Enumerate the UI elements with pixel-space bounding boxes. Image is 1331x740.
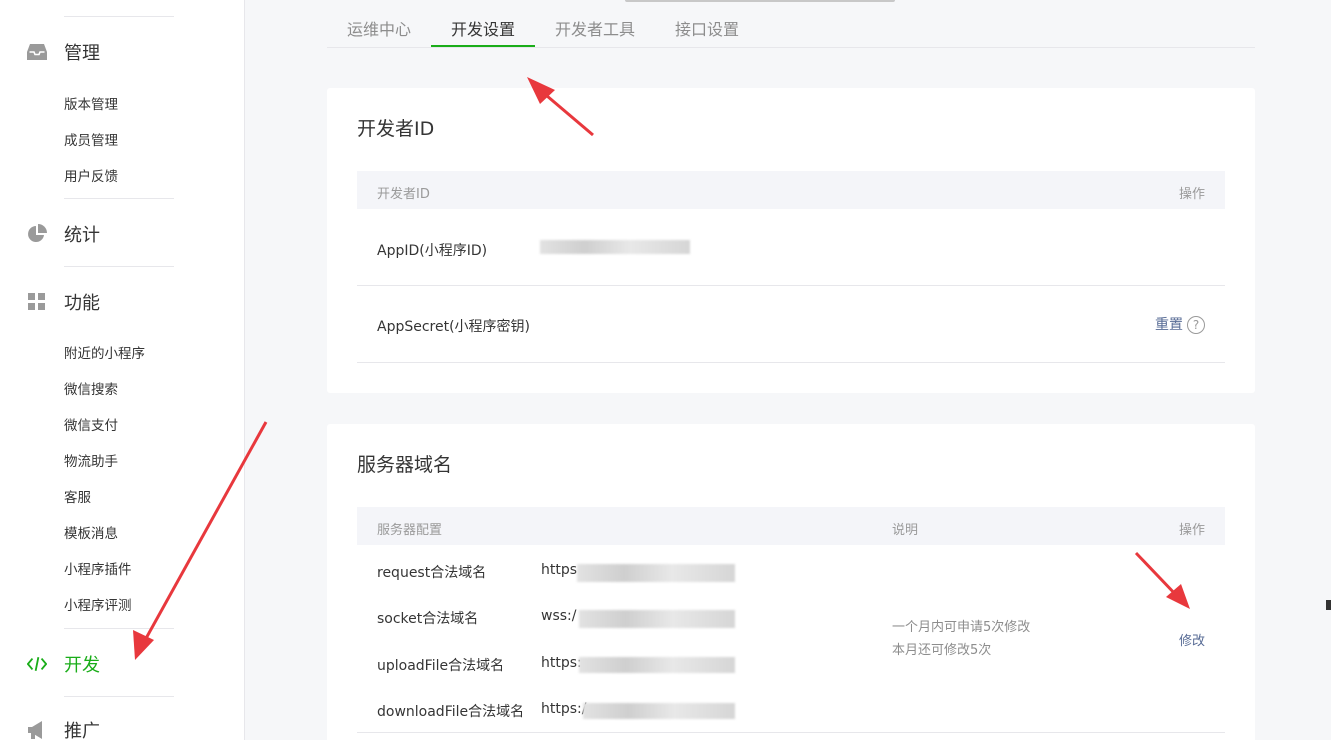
inbox-icon: [27, 42, 47, 62]
column-header: 说明: [892, 523, 919, 538]
developer-id-card: 开发者ID 开发者ID 操作 AppID(小程序ID) AppSecret(小程…: [327, 88, 1255, 393]
request-domain-redacted: [577, 564, 735, 582]
card-title: 开发者ID: [357, 118, 435, 140]
table-header: 开发者ID 操作: [357, 171, 1225, 209]
socket-domain-label: socket合法域名: [377, 611, 479, 627]
sidebar-item-review[interactable]: 小程序评测: [64, 594, 132, 614]
table-header: 服务器配置 说明 操作: [357, 507, 1225, 545]
sidebar-item-template[interactable]: 模板消息: [64, 522, 118, 542]
sidebar-divider: [64, 696, 174, 697]
sidebar-item-nearby[interactable]: 附近的小程序: [64, 342, 145, 362]
request-domain-label: request合法域名: [377, 565, 487, 581]
sidebar-section-label: 管理: [64, 43, 100, 64]
download-domain-redacted: [583, 703, 735, 719]
sidebar-item-version[interactable]: 版本管理: [64, 93, 118, 113]
modify-quota-note: 一个月内可申请5次修改 本月还可修改5次: [892, 616, 1030, 662]
tab-bar: 运维中心 开发设置 开发者工具 接口设置: [327, 0, 1255, 48]
sidebar-divider: [64, 628, 174, 629]
tab-ops-center[interactable]: 运维中心: [347, 16, 411, 40]
column-header: 操作: [1178, 187, 1205, 202]
tab-dev-tools[interactable]: 开发者工具: [555, 16, 635, 40]
note-line: 本月还可修改5次: [892, 643, 992, 658]
table-row: AppID(小程序ID): [357, 209, 1225, 286]
sidebar-divider: [64, 198, 174, 199]
sidebar-section-develop[interactable]: 开发: [0, 644, 245, 684]
sidebar-divider: [64, 16, 174, 17]
help-icon[interactable]: ?: [1187, 316, 1205, 334]
sidebar-item-logistics[interactable]: 物流助手: [64, 450, 118, 470]
sidebar-section-promote[interactable]: 推广: [0, 710, 245, 740]
reset-link[interactable]: 重置: [1155, 317, 1183, 333]
sidebar-item-pay[interactable]: 微信支付: [64, 414, 118, 434]
appsecret-label: AppSecret(小程序密钥): [377, 319, 531, 335]
table-row: AppSecret(小程序密钥) 重置?: [357, 286, 1225, 363]
sidebar-section-label: 功能: [64, 293, 100, 314]
download-domain-label: downloadFile合法域名: [377, 704, 525, 720]
sidebar-item-members[interactable]: 成员管理: [64, 129, 118, 149]
note-line: 一个月内可申请5次修改: [892, 620, 1031, 635]
grid-icon: [27, 292, 47, 312]
sidebar-item-plugin[interactable]: 小程序插件: [64, 558, 132, 578]
pie-chart-icon: [27, 224, 47, 244]
card-title: 服务器域名: [357, 454, 453, 476]
sidebar-item-search[interactable]: 微信搜索: [64, 378, 118, 398]
reset-action: 重置?: [1155, 314, 1205, 334]
sidebar-item-service[interactable]: 客服: [64, 486, 91, 506]
upload-domain-value: https:: [541, 655, 582, 671]
appid-label: AppID(小程序ID): [377, 243, 488, 259]
server-domain-card: 服务器域名 服务器配置 说明 操作 request合法域名 https sock…: [327, 424, 1255, 740]
upload-domain-label: uploadFile合法域名: [377, 658, 505, 674]
request-domain-value: https: [541, 562, 578, 578]
column-header: 开发者ID: [377, 187, 430, 202]
sidebar-divider: [64, 266, 174, 267]
row-divider: [357, 732, 1225, 733]
socket-domain-redacted: [579, 610, 735, 628]
active-tab-indicator: [431, 45, 535, 47]
edge-marker: [1326, 600, 1331, 610]
sidebar-section-label: 推广: [64, 721, 100, 740]
sidebar-section-label: 开发: [64, 655, 100, 676]
sidebar-section-manage[interactable]: 管理: [0, 32, 245, 72]
upload-domain-redacted: [579, 657, 735, 673]
code-icon: [27, 654, 47, 674]
column-header: 服务器配置: [377, 523, 443, 538]
sidebar-section-features[interactable]: 功能: [0, 282, 245, 322]
socket-domain-value: wss:/: [541, 608, 577, 624]
column-header: 操作: [1178, 523, 1205, 538]
sidebar-section-stats[interactable]: 统计: [0, 214, 245, 254]
sidebar-item-feedback[interactable]: 用户反馈: [64, 165, 118, 185]
megaphone-icon: [27, 720, 47, 740]
tab-dev-settings[interactable]: 开发设置: [451, 16, 515, 40]
sidebar-section-label: 统计: [64, 225, 100, 246]
sidebar: 管理 版本管理 成员管理 用户反馈 统计 功能 附近的小程序 微信搜索 微信支付…: [0, 0, 245, 740]
appid-value-redacted: [540, 240, 690, 254]
download-domain-value: https:/: [541, 701, 587, 717]
modify-link[interactable]: 修改: [1179, 630, 1205, 649]
tab-api-settings[interactable]: 接口设置: [675, 16, 739, 40]
